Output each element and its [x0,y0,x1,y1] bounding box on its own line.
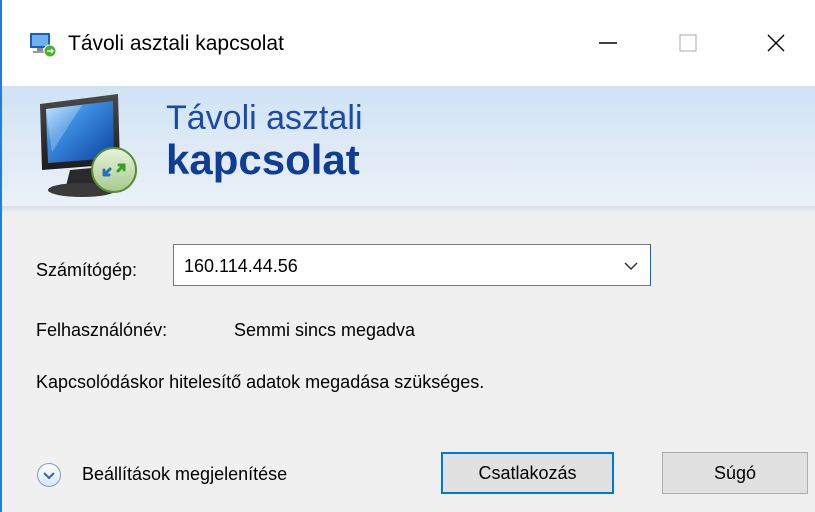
expand-down-icon[interactable] [36,462,62,488]
help-button[interactable]: Súgó [662,452,808,494]
title-bar[interactable]: Távoli asztali kapcsolat [2,0,815,86]
show-options-toggle[interactable]: Beállítások megjelenítése [36,458,336,490]
username-value: Semmi sincs megadva [234,320,416,340]
username-label: Felhasználónév: [36,320,168,340]
computer-input[interactable]: 160.114.44.56 [184,254,298,278]
minimize-button[interactable] [578,18,638,68]
show-options-label[interactable]: Beállítások megjelenítése [82,462,287,486]
banner-title-line1: Távoli asztali [166,99,363,137]
banner-divider [2,206,815,212]
remote-desktop-window: Távoli asztali kapcsolat Távoli asztali … [0,0,815,512]
maximize-button[interactable] [658,18,718,68]
connect-button[interactable]: Csatlakozás [441,452,614,494]
window-title: Távoli asztali kapcsolat [68,32,284,55]
minimize-icon [599,42,617,44]
remote-desktop-monitor-icon [40,94,137,197]
close-button[interactable] [746,18,806,68]
close-icon [767,34,785,52]
credentials-info-text: Kapcsolódáskor hitelesítő adatok megadás… [36,372,485,392]
banner-title-line2: kapcsolat [166,136,360,183]
chevron-down-icon[interactable] [622,257,640,275]
computer-combobox[interactable]: 160.114.44.56 [173,244,651,286]
remote-desktop-app-icon [30,33,57,58]
maximize-icon [679,34,697,52]
computer-label: Számítógép: [36,260,138,280]
